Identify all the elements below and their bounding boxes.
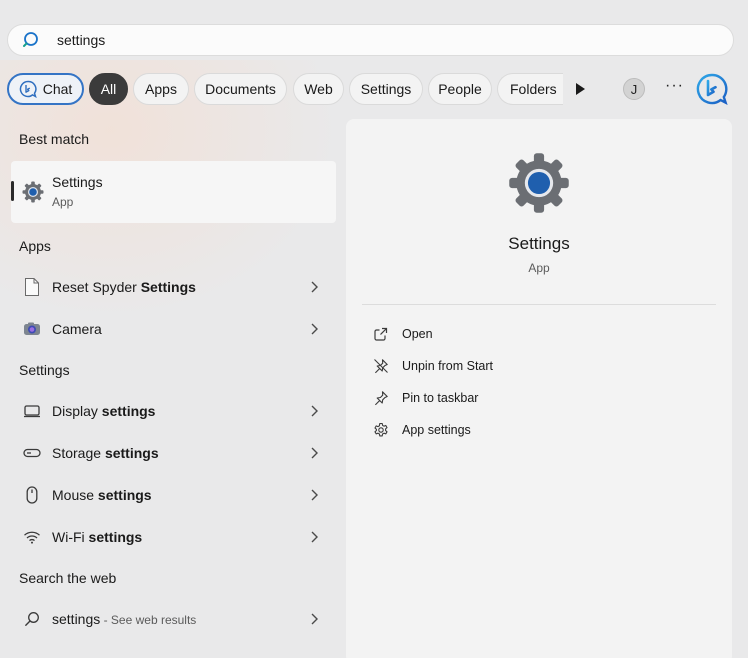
result-label: Reset Spyder Settings	[52, 279, 196, 295]
chevron-right-icon[interactable]	[309, 405, 319, 417]
result-reset-spyder-settings[interactable]: Reset Spyder Settings	[11, 268, 336, 306]
best-match-settings-app[interactable]: Settings App	[11, 161, 336, 223]
web-filter-label: Web	[304, 81, 333, 97]
chat-filter-chip[interactable]: Chat	[7, 73, 84, 105]
web-filter-chip[interactable]: Web	[293, 73, 344, 105]
app-settings-label: App settings	[402, 423, 471, 437]
result-web-search[interactable]: settings - See web results	[11, 600, 336, 638]
more-options-icon[interactable]: ···	[665, 77, 684, 95]
result-label: Mouse settings	[52, 487, 152, 503]
app-settings-action[interactable]: App settings	[362, 415, 716, 445]
settings-gear-icon	[509, 153, 569, 213]
apps-filter-label: Apps	[145, 81, 177, 97]
bing-chat-icon	[19, 80, 37, 98]
avatar-initial: J	[630, 81, 638, 97]
wifi-icon	[22, 527, 42, 547]
chevron-right-icon[interactable]	[309, 489, 319, 501]
best-match-type: App	[52, 195, 74, 209]
scroll-right-arrow-icon[interactable]	[573, 81, 587, 97]
chevron-right-icon[interactable]	[309, 447, 319, 459]
unpin-from-start-action[interactable]: Unpin from Start	[362, 351, 716, 381]
detail-divider	[362, 304, 716, 305]
storage-icon	[22, 443, 42, 463]
all-filter-chip[interactable]: All	[89, 73, 128, 105]
folders-filter-label: Folders	[510, 81, 557, 97]
people-filter-label: People	[438, 81, 482, 97]
apps-filter-chip[interactable]: Apps	[133, 73, 189, 105]
result-label: Storage settings	[52, 445, 159, 461]
result-mouse-settings[interactable]: Mouse settings	[11, 476, 336, 514]
documents-filter-chip[interactable]: Documents	[194, 73, 287, 105]
web-search-icon	[22, 609, 42, 629]
chevron-right-icon[interactable]	[309, 531, 319, 543]
monitor-icon	[22, 401, 42, 421]
all-filter-label: All	[100, 81, 117, 97]
result-label: settings - See web results	[52, 611, 197, 627]
folders-filter-chip[interactable]: Folders	[497, 73, 563, 105]
search-icon	[23, 32, 38, 47]
filter-bar: Chat All Apps Documents Web Settings Peo…	[7, 73, 748, 105]
settings-filter-chip[interactable]: Settings	[349, 73, 423, 105]
result-display-settings[interactable]: Display settings	[11, 392, 336, 430]
account-avatar[interactable]: J	[623, 78, 645, 100]
bing-icon[interactable]	[696, 73, 728, 105]
gear-icon	[374, 422, 388, 437]
detail-pane: Settings App Open Unpin from Start Pin t…	[346, 119, 732, 658]
apps-heading: Apps	[19, 238, 51, 254]
open-action[interactable]: Open	[362, 319, 716, 349]
chevron-right-icon[interactable]	[309, 323, 319, 335]
chat-filter-label: Chat	[42, 81, 73, 97]
document-icon	[22, 277, 42, 297]
best-match-name: Settings	[52, 174, 103, 190]
detail-type: App	[528, 261, 550, 275]
search-input[interactable]	[57, 26, 697, 54]
chevron-right-icon[interactable]	[309, 613, 319, 625]
pin-to-taskbar-action[interactable]: Pin to taskbar	[362, 383, 716, 413]
settings-heading: Settings	[19, 362, 70, 378]
unpin-action-label: Unpin from Start	[402, 359, 494, 373]
result-label: Camera	[52, 321, 102, 337]
chevron-right-icon[interactable]	[309, 281, 319, 293]
search-web-heading: Search the web	[19, 570, 117, 586]
mouse-icon	[22, 485, 42, 505]
open-external-icon	[374, 327, 388, 341]
result-label: Wi-Fi settings	[52, 529, 143, 545]
people-filter-chip[interactable]: People	[428, 73, 492, 105]
result-storage-settings[interactable]: Storage settings	[11, 434, 336, 472]
best-match-heading: Best match	[19, 131, 90, 147]
result-label: Display settings	[52, 403, 156, 419]
settings-filter-label: Settings	[360, 81, 412, 97]
open-action-label: Open	[402, 327, 433, 341]
web-results-hint: - See web results	[100, 613, 197, 627]
search-bar[interactable]	[7, 24, 734, 56]
result-camera[interactable]: Camera	[11, 310, 336, 348]
camera-icon	[22, 319, 42, 339]
selection-indicator	[11, 181, 14, 201]
pin-icon	[375, 391, 388, 406]
settings-gear-icon	[22, 181, 44, 203]
documents-filter-label: Documents	[205, 81, 276, 97]
pin-taskbar-label: Pin to taskbar	[402, 391, 479, 405]
result-wifi-settings[interactable]: Wi-Fi settings	[11, 518, 336, 556]
unpin-icon	[374, 359, 388, 374]
detail-title: Settings	[508, 234, 570, 253]
